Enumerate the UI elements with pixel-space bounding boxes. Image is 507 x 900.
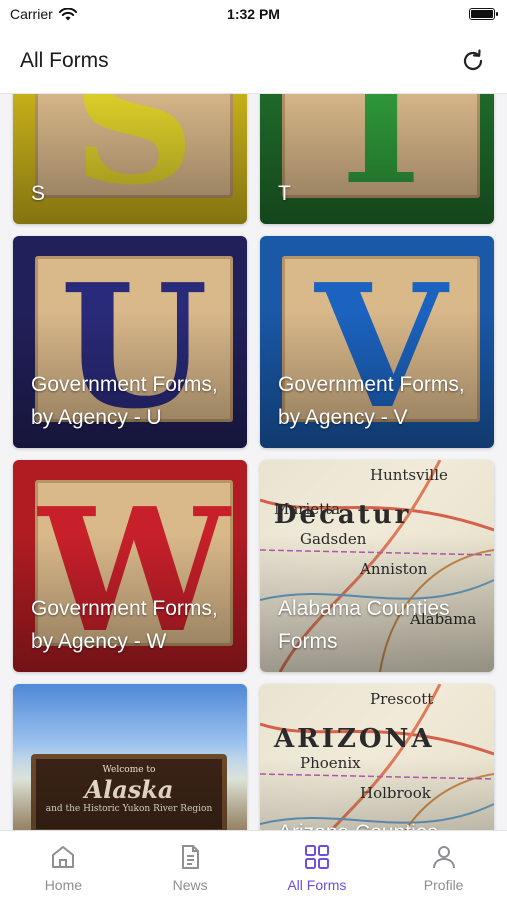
card-shade [260, 684, 494, 830]
grid-icon [304, 845, 329, 869]
tab-home[interactable]: Home [0, 831, 127, 900]
card-title: Alabama Counties Forms [278, 597, 450, 653]
carrier-label: Carrier [10, 6, 53, 22]
form-category-card[interactable]: ARIZONAPrescottPhoenixHolbrookFlagstaffA… [260, 684, 494, 830]
card-title: Government Forms, by Agency - U [31, 373, 218, 429]
card-title: S [31, 182, 46, 205]
status-left: Carrier [10, 6, 77, 22]
battery-icon [469, 8, 498, 20]
forms-grid: SSTTUGovernment Forms, by Agency - UVGov… [13, 94, 495, 830]
tab-home-label: Home [44, 877, 83, 893]
tab-all-forms-label: All Forms [287, 877, 347, 893]
form-category-card[interactable]: Welcome toAlaskaand the Historic Yukon R… [13, 684, 247, 830]
form-category-card[interactable]: SS [13, 94, 247, 224]
card-title: Government Forms, by Agency - W [31, 597, 218, 653]
form-category-card[interactable]: TT [260, 94, 494, 224]
form-category-card[interactable]: WGovernment Forms, by Agency - W [13, 460, 247, 672]
form-category-card[interactable]: DecaturHuntsvilleGadsdenAnnistonAlabamaM… [260, 460, 494, 672]
page-title: All Forms [20, 48, 109, 72]
tab-news[interactable]: News [127, 831, 254, 900]
card-title: Arizona Counties Forms [278, 816, 484, 830]
home-icon [52, 846, 75, 868]
tab-bar: Home News All Forms Profile [0, 830, 507, 900]
news-icon [182, 845, 200, 869]
forms-grid-viewport[interactable]: SSTTUGovernment Forms, by Agency - UVGov… [0, 94, 507, 830]
tab-profile[interactable]: Profile [380, 831, 507, 900]
form-category-card[interactable]: VGovernment Forms, by Agency - V [260, 236, 494, 448]
card-title: Government Forms, by Agency - V [278, 373, 465, 429]
profile-icon [432, 846, 455, 869]
tab-profile-label: Profile [423, 877, 464, 893]
form-category-card[interactable]: UGovernment Forms, by Agency - U [13, 236, 247, 448]
card-shade [13, 684, 247, 830]
refresh-icon [463, 48, 483, 70]
nav-header: All Forms [0, 28, 507, 94]
card-title: T [278, 182, 291, 205]
status-bar: Carrier 1:32 PM [0, 0, 507, 28]
refresh-button[interactable] [457, 45, 489, 77]
tab-all-forms[interactable]: All Forms [254, 831, 381, 900]
tab-news-label: News [172, 877, 208, 893]
wifi-icon [58, 7, 77, 20]
